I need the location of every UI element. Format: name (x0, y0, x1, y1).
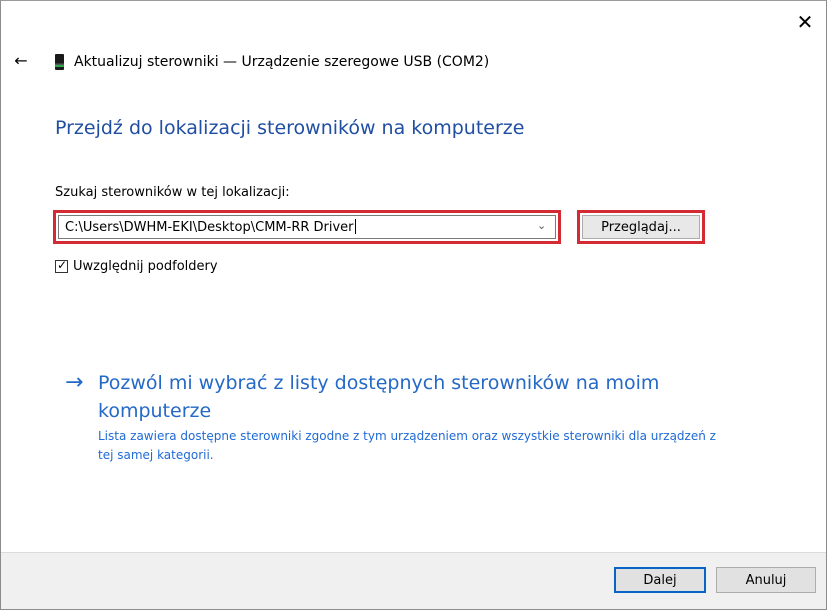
right-arrow-icon: → (65, 370, 84, 395)
checkmark-icon: ✓ (57, 258, 68, 272)
path-input[interactable]: C:\Users\DWHM-EKI\Desktop\CMM-RR Driver (65, 220, 354, 235)
include-subfolders-label: Uwzględnij podfoldery (73, 259, 218, 274)
page-heading: Przejdź do lokalizacji sterowników na ko… (55, 117, 525, 139)
back-button[interactable]: ← (11, 51, 31, 71)
dialog-footer: Dalej Anuluj (1, 552, 826, 609)
search-location-label: Szukaj sterowników w tej lokalizacji: (55, 185, 290, 200)
pick-from-list-link[interactable]: Pozwól mi wybrać z listy dostępnych ster… (98, 369, 698, 425)
usb-device-icon (55, 54, 64, 70)
include-subfolders[interactable]: ✓ Uwzględnij podfoldery (55, 258, 218, 274)
pick-from-list-description: Lista zawiera dostępne sterowniki zgodne… (98, 429, 716, 462)
text-caret (354, 219, 356, 234)
next-button[interactable]: Dalej (614, 567, 706, 593)
browse-button-highlight: Przeglądaj... (577, 210, 705, 244)
back-arrow-icon: ← (14, 51, 28, 70)
cancel-button[interactable]: Anuluj (716, 567, 816, 593)
dialog-header: Aktualizuj sterowniki — Urządzenie szere… (55, 51, 489, 73)
browse-button[interactable]: Przeglądaj... (582, 215, 700, 239)
close-button[interactable]: ✕ (794, 11, 816, 33)
chevron-down-icon[interactable]: ⌄ (537, 220, 547, 231)
path-combobox[interactable]: C:\Users\DWHM-EKI\Desktop\CMM-RR Driver … (58, 215, 556, 239)
include-subfolders-checkbox[interactable]: ✓ (55, 258, 68, 273)
driver-update-dialog: ✕ ← Aktualizuj sterowniki — Urządzenie s… (0, 0, 827, 610)
path-input-wrapper: C:\Users\DWHM-EKI\Desktop\CMM-RR Driver (65, 219, 356, 235)
dialog-title: Aktualizuj sterowniki — Urządzenie szere… (74, 54, 490, 70)
path-combobox-highlight: C:\Users\DWHM-EKI\Desktop\CMM-RR Driver … (53, 210, 561, 244)
close-icon: ✕ (796, 10, 814, 34)
